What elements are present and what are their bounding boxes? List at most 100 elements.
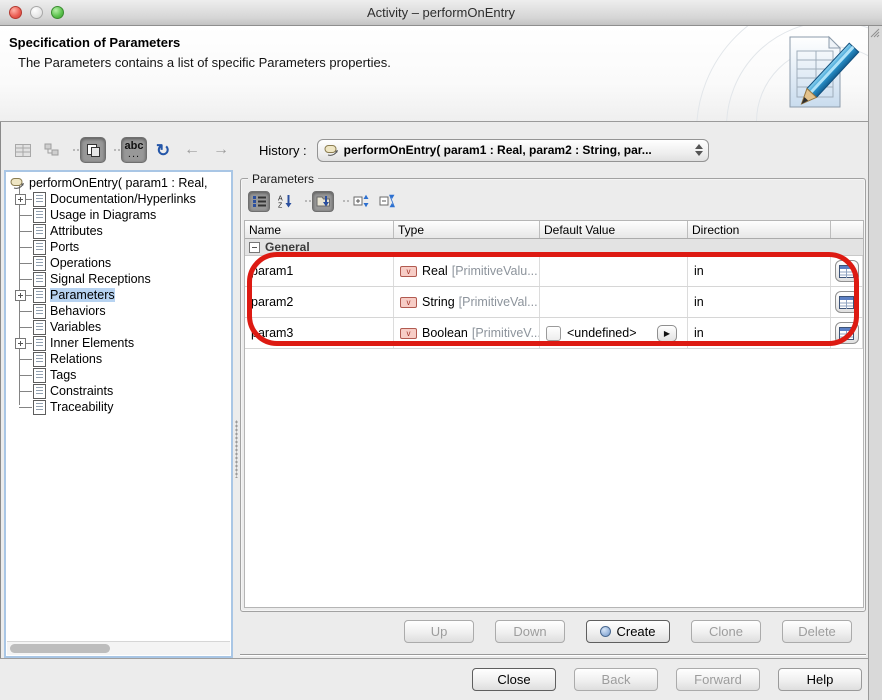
spec-toolbar: abc... ↻ ← → History : performOnEntry( p… xyxy=(0,131,868,169)
open-specification-button[interactable] xyxy=(834,322,859,344)
default-value-cell[interactable]: <undefined> ▶ xyxy=(540,318,688,348)
tree-node-documentation[interactable]: Documentation/Hyperlinks xyxy=(6,191,231,207)
tree-node-label: performOnEntry( param1 : Real, xyxy=(29,176,208,190)
table-action-buttons: Up Down Create Clone Delete xyxy=(240,620,866,644)
name-cell[interactable]: param2 xyxy=(245,287,394,317)
type-cell[interactable]: v Real [PrimitiveValu... xyxy=(394,256,540,286)
direction-cell[interactable]: in xyxy=(688,287,831,317)
panel-splitter[interactable] xyxy=(233,170,240,658)
expand-rows-icon[interactable] xyxy=(350,191,372,212)
column-header-default-value[interactable]: Default Value xyxy=(540,221,688,238)
open-specification-button[interactable] xyxy=(834,260,859,282)
spec-table-icon xyxy=(839,326,854,340)
show-columns-icon[interactable] xyxy=(248,190,270,212)
create-button[interactable]: Create xyxy=(586,620,670,643)
tree-node-operations[interactable]: Operations xyxy=(6,255,231,271)
svg-text:Z: Z xyxy=(278,203,283,209)
document-icon xyxy=(33,287,46,303)
column-header-name[interactable]: Name xyxy=(245,221,394,238)
document-icon xyxy=(33,239,46,255)
toolbar-separator xyxy=(343,200,345,202)
properties-table-icon[interactable] xyxy=(10,137,36,163)
close-window-icon[interactable] xyxy=(9,6,22,19)
create-icon xyxy=(600,626,612,637)
history-dropdown[interactable]: performOnEntry( param1 : Real, param2 : … xyxy=(316,138,709,162)
default-value-cell[interactable] xyxy=(540,256,688,286)
tree-node-tags[interactable]: Tags xyxy=(6,367,231,383)
table-row-param3[interactable]: param3 v Boolean [PrimitiveV... <undefin… xyxy=(245,318,863,349)
delete-button[interactable]: Delete xyxy=(782,620,852,643)
tree-node-ports[interactable]: Ports xyxy=(6,239,231,255)
help-button[interactable]: Help xyxy=(778,668,862,691)
parameters-panel: Parameters AZ Name Type Default Value Di… xyxy=(240,170,866,655)
spec-nodes-tree: performOnEntry( param1 : Real, Documenta… xyxy=(4,170,233,658)
type-cell[interactable]: v Boolean [PrimitiveV... xyxy=(394,318,540,348)
splitter-grip-icon xyxy=(235,420,238,478)
direction-cell[interactable]: in xyxy=(688,318,831,348)
activity-icon xyxy=(324,145,338,156)
table-row-param2[interactable]: param2 v String [PrimitiveVal... in xyxy=(245,287,863,318)
up-button[interactable]: Up xyxy=(404,620,474,643)
close-button[interactable]: Close xyxy=(472,668,556,691)
table-row-param1[interactable]: param1 v Real [PrimitiveValu... in xyxy=(245,256,863,287)
actions-cell xyxy=(831,287,863,317)
document-pencil-icon xyxy=(789,35,860,108)
value-type-icon: v xyxy=(400,327,417,339)
tree-node-relations[interactable]: Relations xyxy=(6,351,231,367)
tree-node-usage-in-diagrams[interactable]: Usage in Diagrams xyxy=(6,207,231,223)
type-cell[interactable]: v String [PrimitiveVal... xyxy=(394,287,540,317)
undefined-value-label: <undefined> xyxy=(567,326,637,340)
forward-arrow-icon[interactable]: → xyxy=(208,137,234,163)
default-value-cell[interactable] xyxy=(540,287,688,317)
containment-tree-icon[interactable] xyxy=(39,137,65,163)
document-icon xyxy=(33,255,46,271)
column-header-type[interactable]: Type xyxy=(394,221,540,238)
tree-node-inner-elements[interactable]: Inner Elements xyxy=(6,335,231,351)
page-description: The Parameters contains a list of specif… xyxy=(18,55,391,70)
tree-node-constraints[interactable]: Constraints xyxy=(6,383,231,399)
toolbar-separator xyxy=(73,149,75,151)
clone-button[interactable]: Clone xyxy=(691,620,761,643)
collapse-rows-icon[interactable] xyxy=(376,191,398,212)
expand-plus-icon[interactable] xyxy=(15,338,26,349)
down-button[interactable]: Down xyxy=(495,620,565,643)
collapse-minus-icon[interactable] xyxy=(249,241,260,253)
back-arrow-icon[interactable]: ← xyxy=(179,137,205,163)
back-button[interactable]: Back xyxy=(574,668,658,691)
table-header: Name Type Default Value Direction xyxy=(245,221,863,239)
forward-button[interactable]: Forward xyxy=(676,668,760,691)
document-icon xyxy=(33,207,46,223)
tree-node-variables[interactable]: Variables xyxy=(6,319,231,335)
standard-expert-mode-icon[interactable] xyxy=(80,137,106,163)
tree-node-behaviors[interactable]: Behaviors xyxy=(6,303,231,319)
tree-horizontal-scrollbar[interactable] xyxy=(7,641,230,655)
tree-root-node[interactable]: performOnEntry( param1 : Real, xyxy=(6,175,231,191)
checkbox[interactable] xyxy=(546,325,561,341)
traffic-lights xyxy=(9,6,64,19)
expand-plus-icon[interactable] xyxy=(15,194,26,205)
dropdown-stepper-icon xyxy=(694,144,703,156)
window-edge-strip xyxy=(868,26,882,700)
tree-node-parameters[interactable]: Parameters xyxy=(6,287,231,303)
name-cell[interactable]: param1 xyxy=(245,256,394,286)
parameters-table: Name Type Default Value Direction Genera… xyxy=(244,220,864,608)
column-header-direction[interactable]: Direction xyxy=(688,221,831,238)
value-expand-button[interactable]: ▶ xyxy=(657,324,677,342)
open-specification-button[interactable] xyxy=(834,291,859,313)
document-icon xyxy=(33,319,46,335)
group-by-category-icon[interactable] xyxy=(312,190,334,212)
refresh-icon[interactable]: ↻ xyxy=(150,137,176,163)
zoom-window-icon[interactable] xyxy=(51,6,64,19)
direction-cell[interactable]: in xyxy=(688,256,831,286)
resize-grip-icon[interactable] xyxy=(870,28,880,38)
group-row-general[interactable]: General xyxy=(245,239,863,256)
name-cell[interactable]: param3 xyxy=(245,318,394,348)
tree-node-signal-receptions[interactable]: Signal Receptions xyxy=(6,271,231,287)
tree-node-attributes[interactable]: Attributes xyxy=(6,223,231,239)
scrollbar-thumb[interactable] xyxy=(10,644,110,653)
sort-alphabetically-icon[interactable]: AZ xyxy=(274,191,296,212)
abc-mode-icon[interactable]: abc... xyxy=(121,137,147,163)
tree-node-traceability[interactable]: Traceability xyxy=(6,399,231,415)
minimize-window-icon[interactable] xyxy=(30,6,43,19)
expand-plus-icon[interactable] xyxy=(15,290,26,301)
